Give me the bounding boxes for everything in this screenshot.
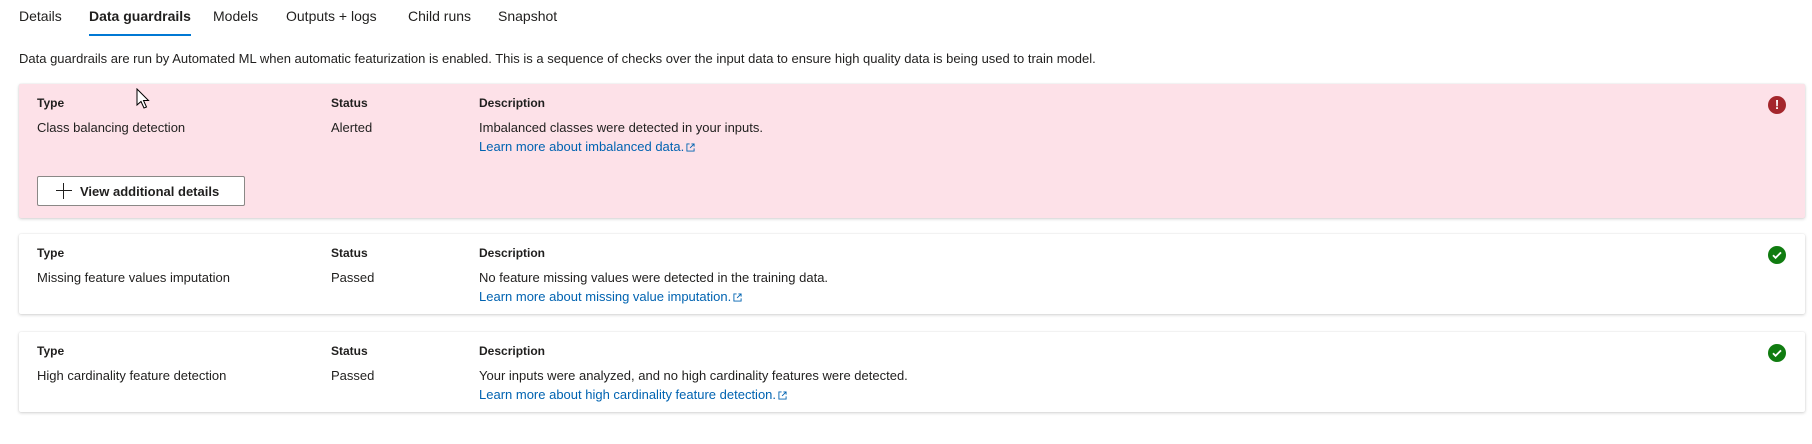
guardrail-card-high-cardinality: Type Status Description High cardinality…: [19, 332, 1805, 412]
tab-snapshot[interactable]: Snapshot: [498, 0, 557, 38]
view-additional-details-button[interactable]: View additional details: [37, 176, 245, 206]
learn-more-link[interactable]: Learn more about high cardinality featur…: [479, 387, 787, 402]
learn-more-link[interactable]: Learn more about missing value imputatio…: [479, 289, 742, 304]
guardrail-status: Passed: [331, 270, 375, 285]
guardrails-description: Data guardrails are run by Automated ML …: [19, 51, 1096, 66]
tab-models[interactable]: Models: [213, 0, 258, 38]
tab-details[interactable]: Details: [19, 0, 62, 38]
tab-child-runs[interactable]: Child runs: [408, 0, 471, 38]
learn-more-label: Learn more about high cardinality featur…: [479, 387, 777, 402]
description-header: Description: [479, 246, 546, 260]
guardrail-status: Passed: [331, 368, 375, 383]
status-header: Status: [331, 96, 368, 110]
learn-more-label: Learn more about missing value imputatio…: [479, 289, 732, 304]
external-link-icon: [686, 143, 695, 152]
plus-icon: [56, 183, 72, 199]
guardrail-description: Imbalanced classes were detected in your…: [479, 120, 763, 135]
check-icon: [1768, 344, 1786, 362]
guardrail-card-class-balancing: Type Status Description Class balancing …: [19, 84, 1805, 218]
learn-more-label: Learn more about imbalanced data.: [479, 139, 685, 154]
guardrail-type: Class balancing detection: [37, 120, 186, 135]
external-link-icon: [733, 293, 742, 302]
status-header: Status: [331, 246, 368, 260]
mouse-cursor-icon: [136, 88, 150, 109]
type-header: Type: [37, 246, 65, 260]
description-header: Description: [479, 96, 546, 110]
error-icon: !: [1768, 96, 1786, 114]
guardrail-card-missing-values: Type Status Description Missing feature …: [19, 234, 1805, 314]
tab-bar: Details Data guardrails Models Outputs +…: [0, 0, 1812, 40]
tab-outputs-logs[interactable]: Outputs + logs: [286, 0, 377, 38]
tab-data-guardrails[interactable]: Data guardrails: [89, 0, 191, 38]
button-label: View additional details: [80, 183, 220, 199]
description-header: Description: [479, 344, 546, 358]
guardrail-type: High cardinality feature detection: [37, 368, 227, 383]
guardrail-description: No feature missing values were detected …: [479, 270, 829, 285]
type-header: Type: [37, 96, 65, 110]
learn-more-link[interactable]: Learn more about imbalanced data.: [479, 139, 695, 154]
check-icon: [1768, 246, 1786, 264]
guardrail-type: Missing feature values imputation: [37, 270, 230, 285]
status-header: Status: [331, 344, 368, 358]
guardrail-description: Your inputs were analyzed, and no high c…: [479, 368, 908, 383]
type-header: Type: [37, 344, 65, 358]
external-link-icon: [778, 391, 787, 400]
guardrail-status: Alerted: [331, 120, 373, 135]
